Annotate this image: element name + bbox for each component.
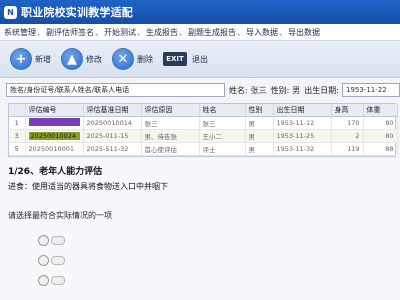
table-cell-gender: 男 bbox=[245, 142, 274, 156]
column-header[interactable]: 性别 bbox=[245, 104, 274, 117]
table-cell-code: 20250010024 bbox=[25, 129, 84, 143]
menu-separator: 、 bbox=[279, 27, 287, 37]
table-row[interactable]: 1 20250010014 张三 张三男 1953-11-12 170 80 bbox=[9, 116, 398, 130]
close-icon: ✕ bbox=[112, 48, 134, 70]
toolbar: + 新增 ▲ 修改 ✕ 删除 EXIT 退出 bbox=[0, 41, 400, 78]
option-label-placeholder bbox=[51, 275, 65, 285]
menu-separator: 、 bbox=[179, 27, 187, 37]
answer-option[interactable] bbox=[38, 270, 65, 290]
option-label-placeholder bbox=[51, 235, 65, 245]
toolbar-button-label: 修改 bbox=[86, 54, 102, 64]
table-body: 1 20250010014 张三 张三男 1953-11-12 170 80 3 2025001… bbox=[9, 116, 398, 156]
table-cell-date: 20250010014 bbox=[83, 116, 142, 130]
table-cell-date: 2025-011-15 bbox=[83, 129, 142, 143]
exit-button[interactable]: EXIT 退出 bbox=[163, 52, 208, 66]
exit-icon: EXIT bbox=[163, 52, 187, 66]
table-cell-name: 王小二 bbox=[199, 129, 246, 143]
assessment-table: 评估编号 评估基准日期 评估原因 姓名 性别 出生日期 身高 体重 1 20250010014 张… bbox=[8, 103, 398, 157]
table-cell-name: 张三 bbox=[199, 116, 246, 130]
menu-item[interactable]: 导出数据 bbox=[288, 27, 320, 38]
table-cell-weight: 88 bbox=[363, 142, 398, 156]
table-cell-reason: 张三 bbox=[141, 116, 200, 130]
menu-item[interactable]: 副评估师签名 bbox=[46, 27, 94, 38]
evaluation-code: 20250010024 bbox=[28, 132, 80, 140]
table-cell-birth: 1953-11-25 bbox=[273, 129, 332, 143]
toolbar-button-label: 删除 bbox=[137, 54, 153, 64]
column-header[interactable] bbox=[9, 104, 26, 117]
filter-row: 姓名: 张三 性别: 男 出生日期: bbox=[0, 80, 400, 100]
gender-value: 男 bbox=[292, 85, 301, 95]
plus-icon: + bbox=[10, 48, 32, 70]
table-cell-date: 2025-511-32 bbox=[83, 142, 142, 156]
birth-date-field[interactable] bbox=[342, 83, 400, 97]
menu-separator: 、 bbox=[37, 27, 45, 37]
table-cell-num: 1 bbox=[9, 116, 26, 130]
table-cell-num: 5 bbox=[9, 142, 26, 156]
menu-item[interactable]: 生成报告 bbox=[146, 27, 178, 38]
table-cell-weight: 80 bbox=[363, 129, 398, 143]
column-header[interactable]: 姓名 bbox=[199, 104, 246, 117]
table-cell-gender: 男 bbox=[245, 116, 274, 130]
table-cell-height: 170 bbox=[331, 116, 364, 130]
answer-option[interactable] bbox=[38, 230, 65, 250]
search-input[interactable] bbox=[6, 83, 225, 97]
menu-separator: 、 bbox=[137, 27, 145, 37]
table-cell-reason: 男、待告张 bbox=[141, 129, 200, 143]
table-cell-weight: 80 bbox=[363, 116, 398, 130]
up-arrow-icon: ▲ bbox=[61, 48, 83, 70]
table-row[interactable]: 3 20250010024 2025-011-15 男、待告张 王小二男 1953-11-… bbox=[9, 129, 398, 143]
question-subtitle: 进食：使用适当的器具将食物送入口中并咽下 bbox=[8, 182, 168, 191]
table-cell-name: 评士 bbox=[199, 142, 246, 156]
app-logo: N bbox=[4, 5, 17, 19]
menu-item[interactable]: 开始测试 bbox=[104, 27, 136, 38]
toolbar-button-label: 退出 bbox=[192, 54, 208, 64]
menu-separator: 、 bbox=[237, 27, 245, 37]
column-header[interactable]: 身高 bbox=[331, 104, 364, 117]
table-cell-reason: 首心使评估 bbox=[141, 142, 200, 156]
column-header[interactable]: 出生日期 bbox=[273, 104, 332, 117]
answer-options bbox=[38, 230, 65, 290]
gender-label: 性别: bbox=[270, 85, 290, 95]
table-cell-height: 119 bbox=[331, 142, 364, 156]
table-row[interactable]: 5 20250010001 2025-511-32 首心使评估 评士男 1953-11-3… bbox=[9, 142, 398, 156]
table-cell-gender: 男 bbox=[245, 129, 274, 143]
assessment-question-panel: 1/26、老年人能力评估 进食：使用适当的器具将食物送入口中并咽下 请选择最符合… bbox=[0, 158, 400, 300]
option-label-placeholder bbox=[51, 255, 65, 265]
toolbar-button-label: 新增 bbox=[35, 54, 51, 64]
table-header: 评估编号 评估基准日期 评估原因 姓名 性别 出生日期 身高 体重 bbox=[9, 104, 398, 117]
column-header[interactable]: 评估基准日期 bbox=[83, 104, 142, 117]
menu-item[interactable]: 系统管理 bbox=[4, 27, 36, 38]
app-window: N 职业院校实训教学适配 系统管理、副评估师签名、开始测试、生成报告、副题生成报… bbox=[0, 0, 400, 300]
table-cell-birth: 1953-11-12 bbox=[273, 116, 332, 130]
name-value: 张三 bbox=[250, 85, 267, 95]
menu-item[interactable]: 副题生成报告 bbox=[188, 27, 236, 38]
answer-option[interactable] bbox=[38, 250, 65, 270]
table-cell-code: 20250010001 bbox=[25, 142, 84, 156]
table-cell-birth: 1953-11-32 bbox=[273, 142, 332, 156]
table-cell-height: 2 bbox=[331, 129, 364, 143]
evaluation-code bbox=[28, 118, 80, 126]
edit-button[interactable]: ▲ 修改 bbox=[61, 48, 102, 70]
menu-bar: 系统管理、副评估师签名、开始测试、生成报告、副题生成报告、导入数据、导出数据 bbox=[0, 24, 400, 41]
question-prompt: 请选择最符合实际情况的一项 bbox=[8, 211, 112, 220]
add-button[interactable]: + 新增 bbox=[10, 48, 51, 70]
table-cell-num: 3 bbox=[9, 129, 26, 143]
table-cell-code bbox=[25, 116, 84, 130]
delete-button[interactable]: ✕ 删除 bbox=[112, 48, 153, 70]
column-header[interactable]: 评估编号 bbox=[25, 104, 84, 117]
column-header[interactable]: 评估原因 bbox=[141, 104, 200, 117]
radio-button[interactable] bbox=[38, 274, 49, 286]
birth-label: 出生日期: bbox=[304, 85, 339, 95]
question-title: 1/26、老年人能力评估 bbox=[8, 167, 103, 177]
menu-item[interactable]: 导入数据 bbox=[246, 27, 278, 38]
name-label: 姓名: bbox=[228, 85, 248, 95]
radio-button[interactable] bbox=[38, 234, 49, 246]
column-header[interactable]: 体重 bbox=[363, 104, 398, 117]
menu-separator: 、 bbox=[95, 27, 103, 37]
title-bar: N 职业院校实训教学适配 bbox=[0, 0, 400, 24]
app-title: 职业院校实训教学适配 bbox=[21, 6, 133, 19]
radio-button[interactable] bbox=[38, 254, 49, 266]
